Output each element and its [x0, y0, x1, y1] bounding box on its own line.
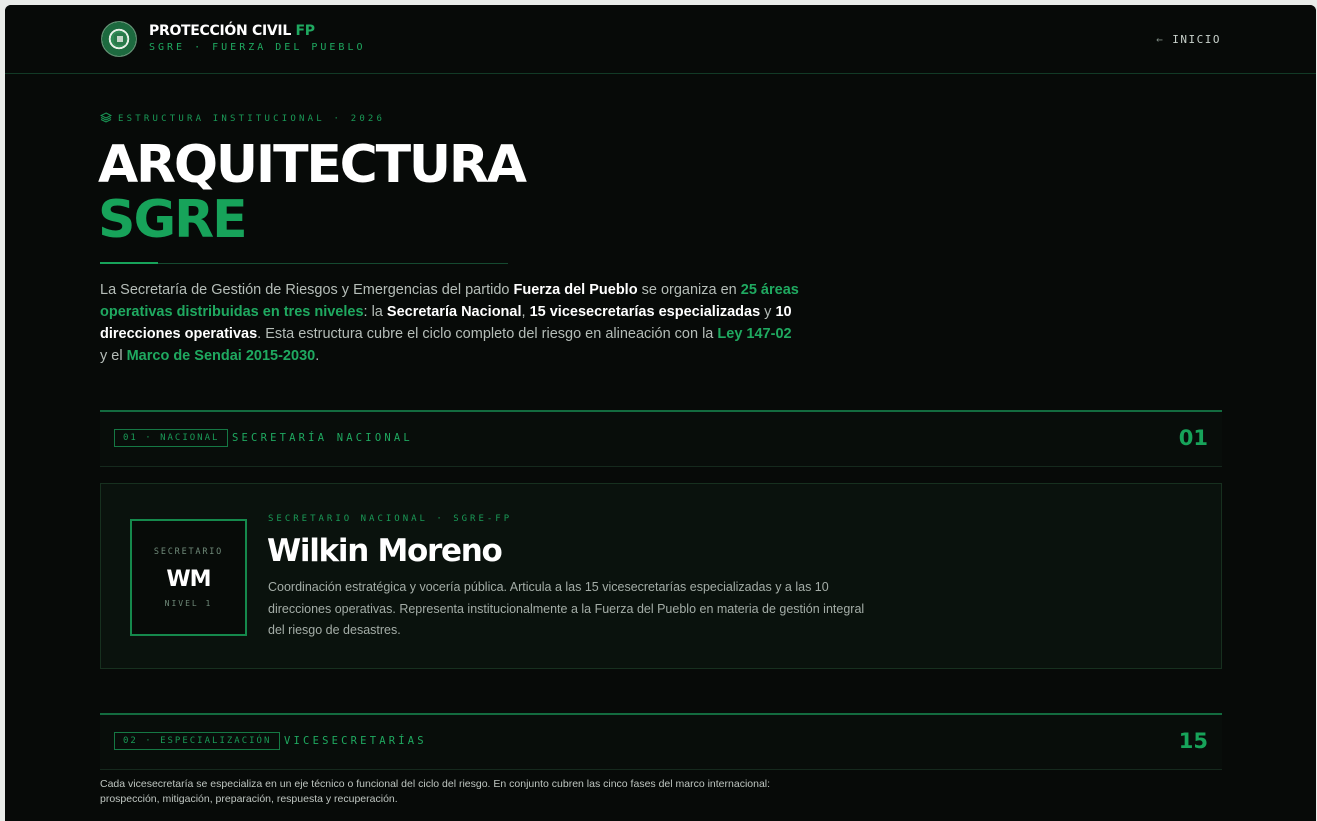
intro-text: La Secretaría de Gestión de Riesgos y Em… — [100, 282, 514, 298]
section-header-vicesecretarias: 02 · ESPECIALIZACIÓN VICESECRETARÍAS 15 — [100, 713, 1222, 770]
avatar: SECRETARIO WM NIVEL 1 — [130, 519, 247, 636]
intro-paragraph: La Secretaría de Gestión de Riesgos y Em… — [100, 279, 800, 367]
arrow-left-icon: ← — [1156, 33, 1165, 46]
intro-highlight: 15 vicesecretarías especializadas — [529, 304, 761, 320]
section-tag: 01 · NACIONAL — [114, 429, 229, 447]
avatar-caption: SECRETARIO — [153, 547, 224, 557]
intro-highlight: Fuerza del Pueblo — [513, 282, 638, 298]
page-title-accent: SGRE — [98, 190, 248, 250]
brand-title[interactable]: PROTECCIÓN CIVIL FP — [149, 23, 315, 39]
emblem-center — [114, 33, 126, 45]
intro-highlight: Secretaría Nacional — [386, 304, 522, 320]
secretary-bio: Coordinación estratégica y vocería públi… — [268, 580, 865, 637]
emblem-icon[interactable] — [101, 21, 137, 57]
brand-title-accent: FP — [295, 23, 316, 39]
intro-text: , — [521, 304, 530, 320]
intro-link-law[interactable]: Ley 147-02 — [717, 326, 791, 342]
intro-text: : la — [363, 304, 387, 320]
hero-divider — [100, 262, 508, 264]
avatar-initials: WM — [166, 567, 211, 592]
app-window: PROTECCIÓN CIVIL FP SGRE · FUERZA DEL PU… — [5, 5, 1316, 821]
avatar-level: NIVEL 1 — [164, 599, 213, 608]
section-label: SECRETARÍA NACIONAL — [232, 432, 413, 444]
page-title: ARQUITECTURA — [98, 135, 527, 195]
home-link-label: INICIO — [1172, 33, 1221, 46]
section-tag: 02 · ESPECIALIZACIÓN — [114, 732, 281, 750]
intro-text: . — [315, 348, 320, 364]
section-count: 15 — [1178, 729, 1208, 753]
intro-text: y el — [100, 348, 127, 364]
section-header-nacional: 01 · NACIONAL SECRETARÍA NACIONAL 01 — [100, 410, 1222, 467]
top-bar: PROTECCIÓN CIVIL FP SGRE · FUERZA DEL PU… — [5, 5, 1316, 74]
layers-icon — [99, 112, 113, 123]
hero-eyebrow-text: ESTRUCTURA INSTITUCIONAL · 2026 — [118, 114, 386, 124]
secretary-card: SECRETARIO WM NIVEL 1 SECRETARIO NACIONA… — [100, 483, 1222, 669]
vice-description: Cada vicesecretaría se especializa en un… — [100, 778, 771, 805]
hero-eyebrow: ESTRUCTURA INSTITUCIONAL · 2026 — [99, 112, 386, 124]
section-label: VICESECRETARÍAS — [284, 735, 427, 747]
intro-text: se organiza en — [637, 282, 741, 298]
brand-subtitle: SGRE · FUERZA DEL PUEBLO — [149, 42, 366, 53]
secretary-name: Wilkin Moreno — [267, 533, 503, 569]
brand-title-text: PROTECCIÓN CIVIL — [149, 23, 291, 39]
section-count: 01 — [1178, 426, 1208, 450]
intro-text: y — [760, 304, 776, 320]
home-link[interactable]: ← INICIO — [1156, 33, 1221, 46]
intro-link-sendai[interactable]: Marco de Sendai 2015-2030 — [127, 348, 316, 364]
intro-text: . Esta estructura cubre el ciclo complet… — [257, 326, 718, 342]
secretary-role: SECRETARIO NACIONAL · SGRE-FP — [268, 514, 513, 524]
